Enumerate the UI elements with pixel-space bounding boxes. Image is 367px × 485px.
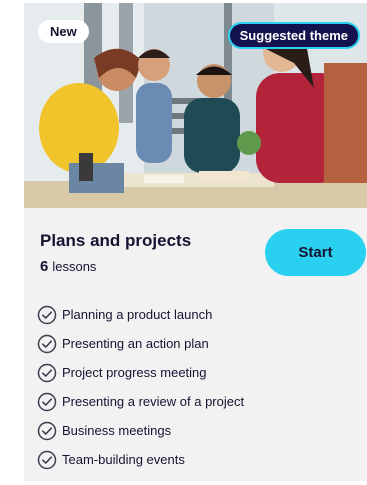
list-item[interactable]: Planning a product launch [37, 300, 244, 329]
lesson-title: Business meetings [62, 423, 172, 438]
lesson-title: Presenting an action plan [62, 336, 209, 351]
check-circle-icon [37, 334, 57, 353]
list-item[interactable]: Presenting an action plan [37, 329, 244, 358]
suggested-theme-badge: Suggested theme [227, 22, 360, 49]
lesson-count-unit: lessons [52, 259, 97, 274]
check-circle-icon [37, 305, 57, 324]
lesson-title: Planning a product launch [62, 307, 213, 322]
list-item[interactable]: Project progress meeting [37, 358, 244, 387]
check-circle-icon [37, 421, 57, 440]
lesson-title: Presenting a review of a project [62, 394, 245, 409]
check-circle-icon [37, 450, 57, 469]
list-item[interactable]: Team-building events [37, 445, 244, 474]
lesson-count-number: 6 [40, 258, 49, 275]
course-card[interactable]: New Suggested theme Plans and projects 6… [24, 3, 367, 481]
course-title: Plans and projects [40, 231, 192, 250]
course-hero-image: New Suggested theme [24, 3, 367, 208]
check-circle-icon [37, 392, 57, 411]
lesson-list: Planning a product launch Presenting an … [37, 300, 244, 474]
new-badge: New [38, 20, 89, 43]
start-button[interactable]: Start [265, 229, 366, 276]
lesson-title: Project progress meeting [62, 365, 207, 380]
lesson-title: Team-building events [62, 452, 185, 467]
list-item[interactable]: Presenting a review of a project [37, 387, 244, 416]
check-circle-icon [37, 363, 57, 382]
lesson-count: 6 lessons [40, 258, 96, 275]
list-item[interactable]: Business meetings [37, 416, 244, 445]
